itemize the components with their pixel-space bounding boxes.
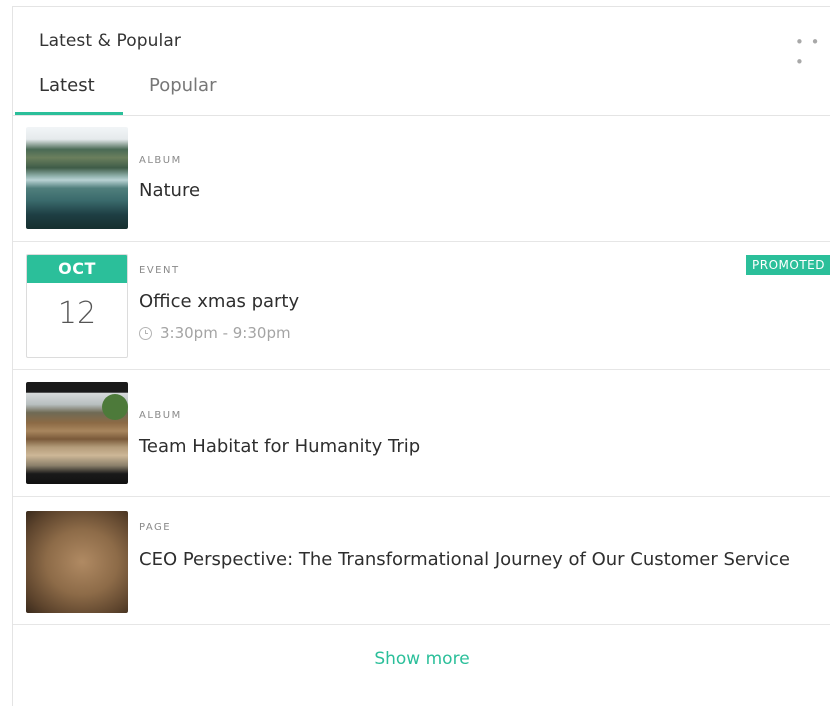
widget-title: Latest & Popular — [39, 31, 181, 51]
tab-popular[interactable]: Popular — [149, 73, 249, 115]
latest-popular-widget: Latest & Popular • • • Latest Popular AL… — [12, 6, 830, 706]
more-horizontal-icon[interactable]: • • • — [795, 32, 825, 71]
event-day: 12 — [57, 296, 97, 331]
item-title[interactable]: Nature — [139, 176, 829, 205]
clock-icon — [139, 326, 152, 340]
tab-latest[interactable]: Latest — [15, 73, 123, 115]
list-item[interactable]: OCT 12 EVENT PROMOTED Office xmas party … — [13, 242, 830, 370]
item-title[interactable]: CEO Perspective: The Transformational Jo… — [139, 545, 829, 574]
event-time-text: 3:30pm - 9:30pm — [160, 324, 291, 342]
list-item[interactable]: PAGE CEO Perspective: The Transformation… — [13, 497, 830, 625]
promoted-badge: PROMOTED — [746, 255, 830, 275]
list-item[interactable]: ALBUM Nature — [13, 115, 830, 242]
album-thumbnail[interactable] — [26, 127, 128, 229]
album-thumbnail[interactable] — [26, 382, 128, 484]
event-date-calendar: OCT 12 — [26, 254, 128, 358]
item-type-label: ALBUM — [139, 410, 182, 421]
event-month: OCT — [27, 255, 127, 283]
event-time: 3:30pm - 9:30pm — [139, 324, 291, 342]
item-title[interactable]: Office xmas party — [139, 287, 829, 316]
tree-shape — [102, 394, 128, 420]
item-type-label: PAGE — [139, 522, 172, 533]
page-thumbnail[interactable] — [26, 511, 128, 613]
show-more-link[interactable]: Show more — [13, 649, 830, 669]
item-type-label: ALBUM — [139, 155, 182, 166]
tab-bar: Latest Popular — [13, 69, 830, 116]
item-title[interactable]: Team Habitat for Humanity Trip — [139, 432, 829, 461]
item-type-label: EVENT — [139, 265, 180, 276]
list-item[interactable]: ALBUM Team Habitat for Humanity Trip — [13, 370, 830, 497]
